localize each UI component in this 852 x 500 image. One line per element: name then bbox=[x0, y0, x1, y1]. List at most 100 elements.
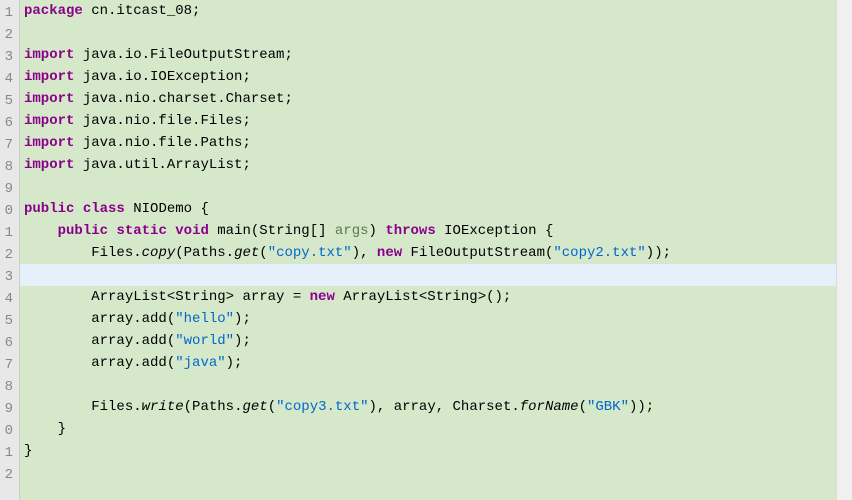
static-method: copy bbox=[142, 245, 176, 261]
class-name: NIODemo { bbox=[125, 201, 209, 217]
code-line[interactable]: array.add("world"); bbox=[24, 330, 852, 352]
line-number: 0 bbox=[4, 200, 13, 222]
code-line[interactable]: import java.nio.file.Paths; bbox=[24, 132, 852, 154]
code-line[interactable]: import java.nio.charset.Charset; bbox=[24, 88, 852, 110]
code-line[interactable]: public static void main(String[] args) t… bbox=[24, 220, 852, 242]
punct: )); bbox=[646, 245, 671, 261]
code-line-current[interactable] bbox=[20, 264, 852, 286]
line-number-gutter: 1 2 3 4 5 6 7 8 9 0 1 2 3 4 5 6 7 8 9 0 … bbox=[0, 0, 20, 500]
import-path: java.util.ArrayList; bbox=[74, 157, 250, 173]
import-path: java.io.FileOutputStream; bbox=[74, 47, 292, 63]
static-method: write bbox=[142, 399, 184, 415]
punct: ( bbox=[579, 399, 587, 415]
static-method: forName bbox=[520, 399, 579, 415]
static-method: get bbox=[242, 399, 267, 415]
method-call: array.add( bbox=[91, 311, 175, 327]
code-line[interactable]: Files.write(Paths.get("copy3.txt"), arra… bbox=[24, 396, 852, 418]
punct: ), array, Charset. bbox=[369, 399, 520, 415]
code-line[interactable]: public class NIODemo { bbox=[24, 198, 852, 220]
line-number: 7 bbox=[4, 134, 13, 156]
line-number: 3 bbox=[4, 266, 13, 288]
indent bbox=[24, 421, 58, 437]
string-literal: "GBK" bbox=[587, 399, 629, 415]
import-path: java.nio.file.Paths; bbox=[74, 135, 250, 151]
code-line[interactable] bbox=[24, 176, 852, 198]
code-line[interactable]: array.add("hello"); bbox=[24, 308, 852, 330]
keyword: import bbox=[24, 135, 74, 151]
import-path: java.nio.file.Files; bbox=[74, 113, 250, 129]
package-name: cn.itcast_08; bbox=[83, 3, 201, 19]
brace: } bbox=[24, 443, 32, 459]
class-ref: Files. bbox=[91, 399, 141, 415]
keyword: package bbox=[24, 3, 83, 19]
keyword: public bbox=[58, 223, 108, 239]
parameter: args bbox=[335, 223, 369, 239]
keyword: static bbox=[116, 223, 166, 239]
line-number: 1 bbox=[4, 222, 13, 244]
keyword: import bbox=[24, 91, 74, 107]
code-line[interactable]: import java.io.IOException; bbox=[24, 66, 852, 88]
code-line[interactable]: package cn.itcast_08; bbox=[24, 0, 852, 22]
punct: (Paths. bbox=[184, 399, 243, 415]
declaration: ArrayList<String> array = bbox=[91, 289, 309, 305]
indent bbox=[24, 333, 91, 349]
keyword: import bbox=[24, 69, 74, 85]
code-line[interactable]: array.add("java"); bbox=[24, 352, 852, 374]
line-number: 2 bbox=[4, 464, 13, 486]
exception: IOException { bbox=[436, 223, 554, 239]
indent bbox=[24, 289, 91, 305]
line-number: 8 bbox=[4, 156, 13, 178]
class-ref: Files. bbox=[91, 245, 141, 261]
code-line[interactable]: ArrayList<String> array = new ArrayList<… bbox=[24, 286, 852, 308]
string-literal: "copy2.txt" bbox=[553, 245, 645, 261]
indent bbox=[24, 399, 91, 415]
code-line[interactable] bbox=[24, 462, 852, 484]
import-path: java.nio.charset.Charset; bbox=[74, 91, 292, 107]
indent bbox=[24, 223, 58, 239]
method-call: array.add( bbox=[91, 355, 175, 371]
line-number: 6 bbox=[4, 332, 13, 354]
line-number: 9 bbox=[4, 398, 13, 420]
code-line[interactable] bbox=[24, 374, 852, 396]
code-line[interactable]: import java.util.ArrayList; bbox=[24, 154, 852, 176]
brace: } bbox=[58, 421, 66, 437]
code-line[interactable]: } bbox=[24, 440, 852, 462]
keyword: public bbox=[24, 201, 74, 217]
keyword: new bbox=[310, 289, 335, 305]
punct: ); bbox=[234, 311, 251, 327]
code-line[interactable]: import java.nio.file.Files; bbox=[24, 110, 852, 132]
keyword: new bbox=[377, 245, 402, 261]
line-number: 2 bbox=[4, 24, 13, 46]
line-number: 7 bbox=[4, 354, 13, 376]
string-literal: "hello" bbox=[175, 311, 234, 327]
static-method: get bbox=[234, 245, 259, 261]
code-line[interactable]: import java.io.FileOutputStream; bbox=[24, 44, 852, 66]
string-literal: "java" bbox=[175, 355, 225, 371]
punct: ); bbox=[226, 355, 243, 371]
code-editor[interactable]: package cn.itcast_08; import java.io.Fil… bbox=[20, 0, 852, 500]
punct: )); bbox=[629, 399, 654, 415]
keyword: import bbox=[24, 113, 74, 129]
punct: ( bbox=[259, 245, 267, 261]
punct: ); bbox=[234, 333, 251, 349]
code-line[interactable]: Files.copy(Paths.get("copy.txt"), new Fi… bbox=[24, 242, 852, 264]
constructor: FileOutputStream( bbox=[402, 245, 553, 261]
line-number: 3 bbox=[4, 46, 13, 68]
line-number: 6 bbox=[4, 112, 13, 134]
import-path: java.io.IOException; bbox=[74, 69, 250, 85]
string-literal: "world" bbox=[175, 333, 234, 349]
line-number: 5 bbox=[4, 90, 13, 112]
line-number: 4 bbox=[4, 68, 13, 90]
punct: (Paths. bbox=[175, 245, 234, 261]
line-number: 2 bbox=[4, 244, 13, 266]
keyword: void bbox=[175, 223, 209, 239]
indent bbox=[24, 355, 91, 371]
line-number: 8 bbox=[4, 376, 13, 398]
line-number: 1 bbox=[4, 442, 13, 464]
method-call: array.add( bbox=[91, 333, 175, 349]
vertical-scrollbar[interactable] bbox=[836, 0, 852, 500]
keyword: throws bbox=[385, 223, 435, 239]
punct: ), bbox=[352, 245, 377, 261]
code-line[interactable]: } bbox=[24, 418, 852, 440]
code-line[interactable] bbox=[24, 22, 852, 44]
